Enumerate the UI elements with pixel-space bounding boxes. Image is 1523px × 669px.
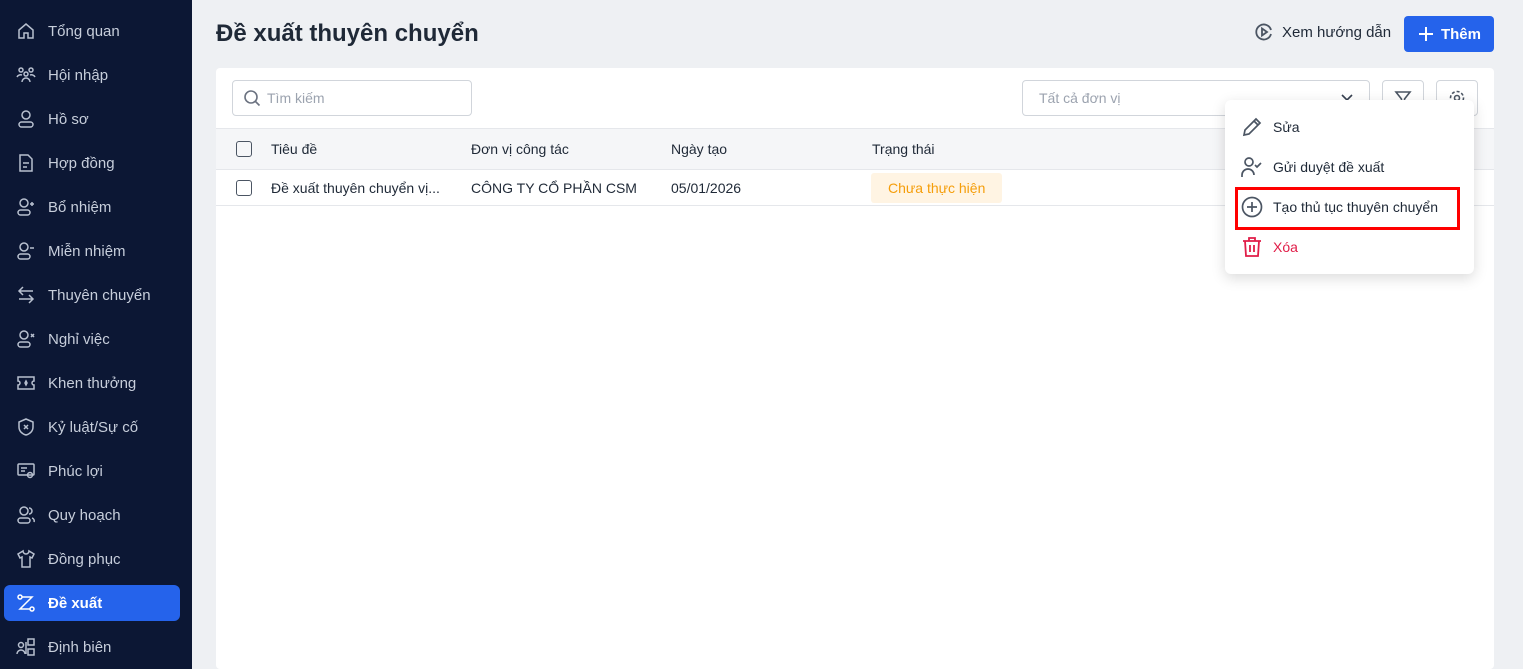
sidebar-item[interactable]: Định biên	[4, 629, 180, 665]
pencil-icon	[1241, 116, 1263, 138]
sidebar-item-label: Hồ sơ	[48, 110, 89, 128]
users-icon	[16, 65, 36, 85]
shirt-icon	[16, 549, 36, 569]
highlight-box	[1235, 187, 1460, 230]
menu-item-send-approval[interactable]: Gửi duyệt đề xuất	[1241, 149, 1384, 185]
sidebar-item[interactable]: Bổ nhiệm	[4, 189, 180, 225]
sidebar-item-label: Định biên	[48, 638, 112, 656]
org-icon	[16, 637, 36, 657]
column-header[interactable]: Đơn vị công tác	[471, 141, 569, 157]
status-badge: Chưa thực hiện	[871, 172, 1003, 203]
menu-item-label: Sửa	[1273, 119, 1300, 135]
sidebar-item[interactable]: Thuyên chuyển	[4, 277, 180, 313]
column-header[interactable]: Tiêu đề	[271, 141, 317, 157]
sidebar-item[interactable]: Đề xuất	[4, 585, 180, 621]
menu-item-edit[interactable]: Sửa	[1241, 109, 1300, 145]
add-label: Thêm	[1440, 25, 1481, 43]
sidebar-item[interactable]: Hồ sơ	[4, 101, 180, 137]
sidebar-item-label: Kỷ luật/Sự cố	[48, 418, 139, 436]
row-title[interactable]: Đề xuất thuyên chuyển vị...	[271, 180, 440, 196]
sidebar-item-label: Hợp đồng	[48, 154, 115, 172]
sidebar-item-label: Khen thưởng	[48, 374, 137, 392]
sidebar-item[interactable]: Tổng quan	[4, 13, 180, 49]
unit-select-value: Tất cả đơn vị	[1039, 90, 1121, 106]
user-x-icon	[16, 329, 36, 349]
sidebar-item[interactable]: Hợp đồng	[4, 145, 180, 181]
sidebar-item-label: Đồng phục	[48, 550, 121, 568]
sidebar-item[interactable]: Đồng phục	[4, 541, 180, 577]
trash-icon	[1241, 236, 1263, 258]
home-icon	[16, 21, 36, 41]
search-input[interactable]: Tìm kiếm	[232, 80, 472, 116]
sidebar-item-label: Phúc lợi	[48, 462, 103, 480]
sidebar-item-label: Hội nhập	[48, 66, 109, 84]
sidebar-item-label: Nghỉ việc	[48, 330, 110, 348]
sidebar-item[interactable]: Phúc lợi	[4, 453, 180, 489]
column-header[interactable]: Ngày tạo	[671, 141, 727, 157]
sidebar-item-label: Tổng quan	[48, 22, 120, 40]
sidebar-item[interactable]: Nghỉ việc	[4, 321, 180, 357]
sidebar: Tổng quan Hội nhập Hồ sơ Hợp đồng Bổ nhiệm Mi…	[0, 0, 192, 669]
plus-icon	[1417, 25, 1435, 43]
sidebar-item-label: Thuyên chuyển	[48, 286, 151, 304]
ticket-star-icon	[16, 373, 36, 393]
row-date: 05/01/2026	[671, 179, 742, 196]
document-icon	[16, 153, 36, 173]
guide-label: Xem hướng dẫn	[1282, 23, 1392, 41]
user-plus-icon	[16, 197, 36, 217]
sidebar-item[interactable]: Kỷ luật/Sự cố	[4, 409, 180, 445]
user-group-icon	[16, 505, 36, 525]
select-all-checkbox[interactable]	[236, 141, 252, 157]
sidebar-item[interactable]: Khen thưởng	[4, 365, 180, 401]
menu-item-label: Xóa	[1273, 239, 1298, 255]
sidebar-item-label: Quy hoạch	[48, 506, 121, 524]
sidebar-item-label: Miễn nhiệm	[48, 242, 126, 260]
sidebar-item[interactable]: Miễn nhiệm	[4, 233, 180, 269]
search-icon	[243, 89, 261, 107]
menu-item-delete[interactable]: Xóa	[1241, 229, 1298, 265]
user-check-icon	[1241, 156, 1263, 178]
sidebar-item[interactable]: Quy hoạch	[4, 497, 180, 533]
play-circle-icon	[1254, 22, 1274, 42]
add-button[interactable]: Thêm	[1404, 16, 1494, 52]
row-checkbox[interactable]	[236, 179, 252, 196]
certificate-icon	[16, 461, 36, 481]
user-minus-icon	[16, 241, 36, 261]
sidebar-item-label: Đề xuất	[48, 594, 103, 612]
guide-link[interactable]: Xem hướng dẫn	[1254, 22, 1391, 42]
route-icon	[16, 593, 36, 613]
sidebar-item-label: Bổ nhiệm	[48, 198, 112, 216]
row-unit: CÔNG TY CỔ PHẦN CSM	[471, 179, 637, 196]
page-title: Đề xuất thuyên chuyển	[216, 20, 479, 47]
arrows-swap-icon	[16, 285, 36, 305]
row-action-menu: Sửa Gửi duyệt đề xuất Tạo thủ tục thuyên…	[1225, 100, 1474, 274]
user-icon	[16, 109, 36, 129]
search-placeholder: Tìm kiếm	[267, 90, 325, 106]
column-header[interactable]: Trạng thái	[872, 141, 935, 157]
shield-x-icon	[16, 417, 36, 437]
sidebar-item[interactable]: Hội nhập	[4, 57, 180, 93]
menu-item-label: Gửi duyệt đề xuất	[1273, 159, 1385, 175]
